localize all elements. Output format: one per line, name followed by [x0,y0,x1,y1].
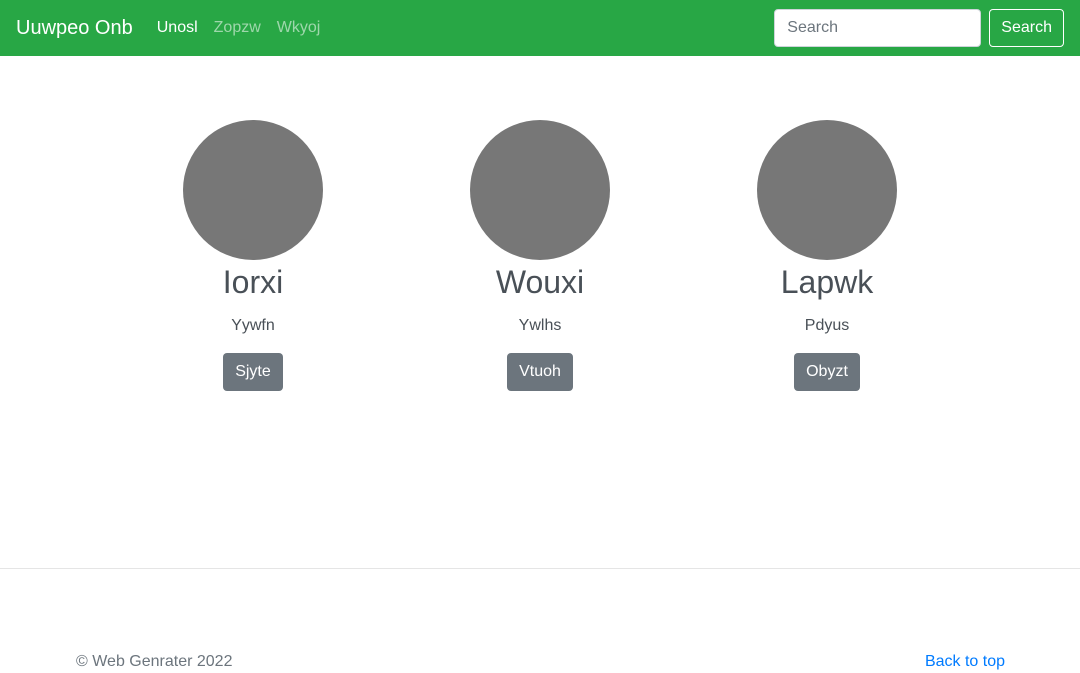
navbar: Uuwpeo Onb Unosl Zopzw Wkyoj Search [0,0,1080,56]
person-role: Yywfn [231,317,275,334]
person-action-button[interactable]: Vtuoh [507,353,573,391]
person-role: Pdyus [804,317,850,334]
brand-link[interactable]: Uuwpeo Onb [16,17,133,40]
person-name: Wouxi [495,264,585,300]
nav-links: Unosl Zopzw Wkyoj [157,19,337,37]
nav-link-unosl[interactable]: Unosl [157,19,198,37]
person-name: Iorxi [222,264,284,300]
avatar [183,120,323,260]
search-input[interactable] [774,9,982,47]
search-form: Search [774,9,1064,47]
person-action-button[interactable]: Obyzt [794,353,860,391]
person-card: Wouxi Ywlhs Vtuoh [420,120,660,391]
nav-link-zopzw[interactable]: Zopzw [214,19,261,37]
copyright-text: © Web Genrater 2022 [76,653,233,670]
person-role: Ywlhs [518,317,562,334]
person-card: Iorxi Yywfn Sjyte [133,120,373,391]
person-card: Lapwk Pdyus Obyzt [707,120,947,391]
person-name: Lapwk [780,264,874,300]
avatar [470,120,610,260]
back-to-top-link[interactable]: Back to top [925,652,1005,672]
nav-link-wkyoj[interactable]: Wkyoj [277,19,321,37]
search-button[interactable]: Search [989,9,1064,47]
avatar [757,120,897,260]
footer-divider [0,568,1080,569]
person-action-button[interactable]: Sjyte [223,353,283,391]
